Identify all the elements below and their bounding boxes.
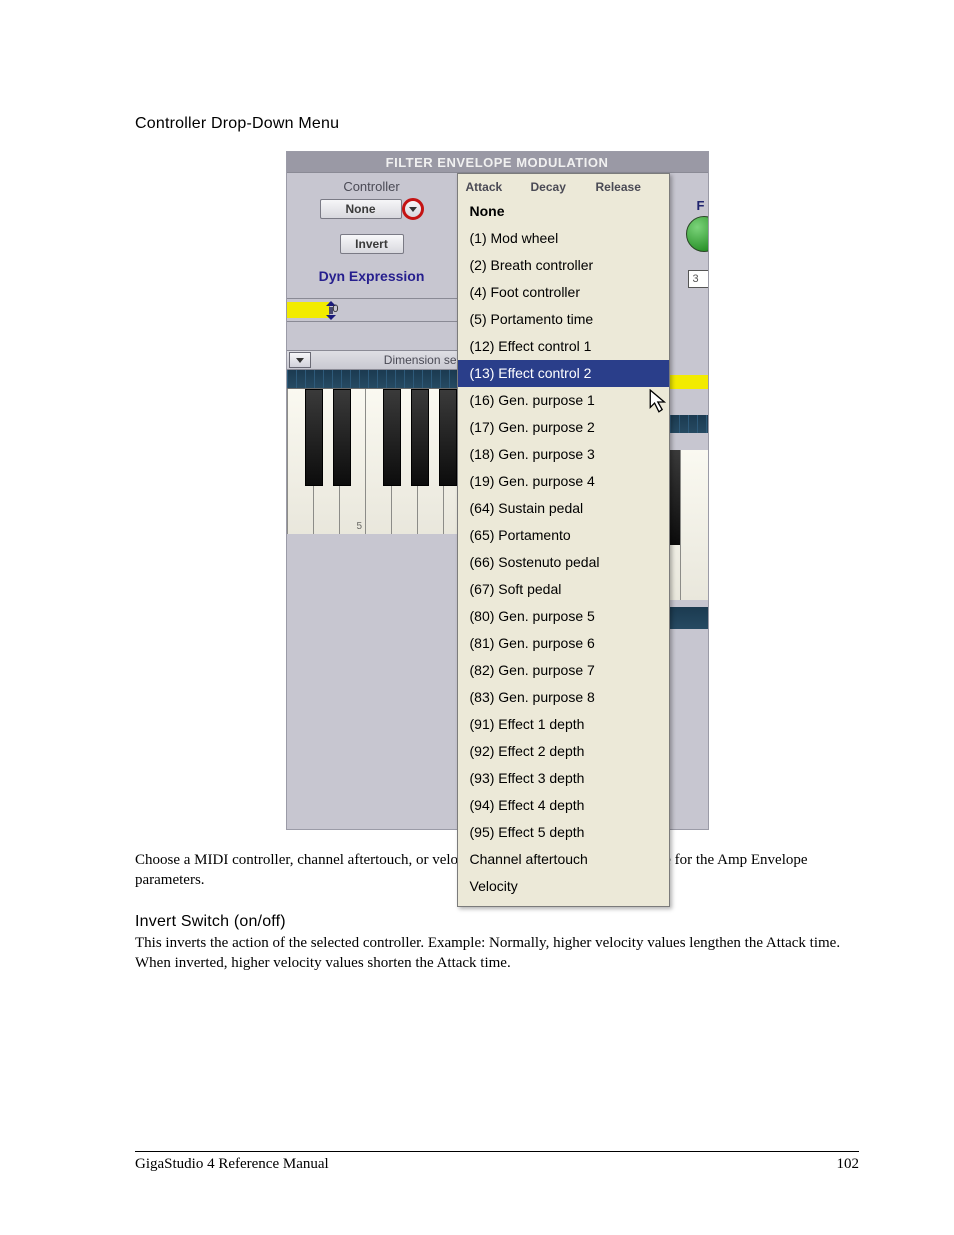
menu-item[interactable]: (93) Effect 3 depth — [458, 765, 669, 792]
piano-keyboard[interactable]: 5 — [287, 389, 457, 534]
slider-value: 0 — [332, 303, 338, 315]
menu-item[interactable]: (64) Sustain pedal — [458, 495, 669, 522]
section-heading-controller: Controller Drop-Down Menu — [135, 115, 859, 133]
menu-header-decay: Decay — [531, 180, 596, 194]
menu-item[interactable]: (13) Effect control 2 — [458, 360, 669, 387]
right-velocity-strip — [670, 415, 708, 433]
menu-item[interactable]: (83) Gen. purpose 8 — [458, 684, 669, 711]
piano-black-key[interactable] — [439, 389, 457, 486]
menu-item[interactable]: (1) Mod wheel — [458, 225, 669, 252]
chevron-down-icon — [409, 207, 417, 212]
menu-item[interactable]: (94) Effect 4 depth — [458, 792, 669, 819]
menu-item[interactable]: None — [458, 198, 669, 225]
menu-item[interactable]: (80) Gen. purpose 5 — [458, 603, 669, 630]
menu-item[interactable]: (66) Sostenuto pedal — [458, 549, 669, 576]
screenshot-container: FILTER ENVELOPE MODULATION Controller No… — [286, 151, 709, 830]
blank-area — [287, 534, 457, 829]
menu-item[interactable]: (95) Effect 5 depth — [458, 819, 669, 846]
right-field[interactable]: 3 — [688, 270, 708, 288]
menu-item[interactable]: (65) Portamento — [458, 522, 669, 549]
menu-item[interactable]: (17) Gen. purpose 2 — [458, 414, 669, 441]
menu-item[interactable]: (5) Portamento time — [458, 306, 669, 333]
menu-item[interactable]: (2) Breath controller — [458, 252, 669, 279]
menu-item[interactable]: (12) Effect control 1 — [458, 333, 669, 360]
menu-item[interactable]: (82) Gen. purpose 7 — [458, 657, 669, 684]
cursor-icon — [649, 389, 671, 415]
menu-header: Attack Decay Release — [458, 174, 669, 198]
menu-item[interactable]: (81) Gen. purpose 6 — [458, 630, 669, 657]
piano-black-key[interactable] — [305, 389, 323, 486]
dimension-label: Dimension se — [311, 353, 457, 367]
menu-item[interactable]: (67) Soft pedal — [458, 576, 669, 603]
piano-black-key[interactable] — [333, 389, 351, 486]
menu-item[interactable]: Channel aftertouch — [458, 846, 669, 873]
dimension-dropdown[interactable] — [289, 352, 311, 368]
paragraph-invert: This inverts the action of the selected … — [135, 933, 859, 974]
knob-icon[interactable] — [686, 216, 708, 252]
piano-black-key[interactable] — [411, 389, 429, 486]
dyn-expression-label: Dyn Expression — [287, 268, 457, 284]
key-divider — [680, 450, 681, 600]
menu-item[interactable]: (16) Gen. purpose 1 — [458, 387, 669, 414]
chevron-down-icon — [296, 358, 304, 363]
controller-select-button[interactable]: None — [320, 199, 402, 219]
right-dark-strip — [670, 607, 708, 629]
menu-header-release: Release — [596, 180, 661, 194]
footer-page-number: 102 — [837, 1156, 860, 1173]
right-yellow-strip — [670, 375, 708, 389]
velocity-strip — [287, 370, 457, 389]
menu-item[interactable]: (4) Foot controller — [458, 279, 669, 306]
invert-button[interactable]: Invert — [340, 234, 404, 254]
octave-label: 5 — [357, 521, 363, 532]
section-heading-invert: Invert Switch (on/off) — [135, 913, 859, 931]
dyn-expression-slider[interactable]: 0 — [287, 298, 457, 322]
piano-black-key[interactable] — [383, 389, 401, 486]
menu-item[interactable]: (18) Gen. purpose 3 — [458, 441, 669, 468]
controller-dropdown-menu: Attack Decay Release None(1) Mod wheel(2… — [457, 173, 670, 907]
menu-item[interactable]: (92) Effect 2 depth — [458, 738, 669, 765]
menu-header-attack: Attack — [466, 180, 531, 194]
panel-title: FILTER ENVELOPE MODULATION — [287, 152, 708, 173]
menu-item[interactable]: (91) Effect 1 depth — [458, 711, 669, 738]
footer-title: GigaStudio 4 Reference Manual — [135, 1156, 329, 1173]
menu-item[interactable]: (19) Gen. purpose 4 — [458, 468, 669, 495]
right-letter: F — [697, 198, 705, 213]
dropdown-trigger-highlighted[interactable] — [402, 198, 424, 220]
controller-label: Controller — [287, 179, 457, 194]
right-panel-fragment: F 3 — [670, 192, 708, 829]
menu-item[interactable]: Velocity — [458, 873, 669, 900]
